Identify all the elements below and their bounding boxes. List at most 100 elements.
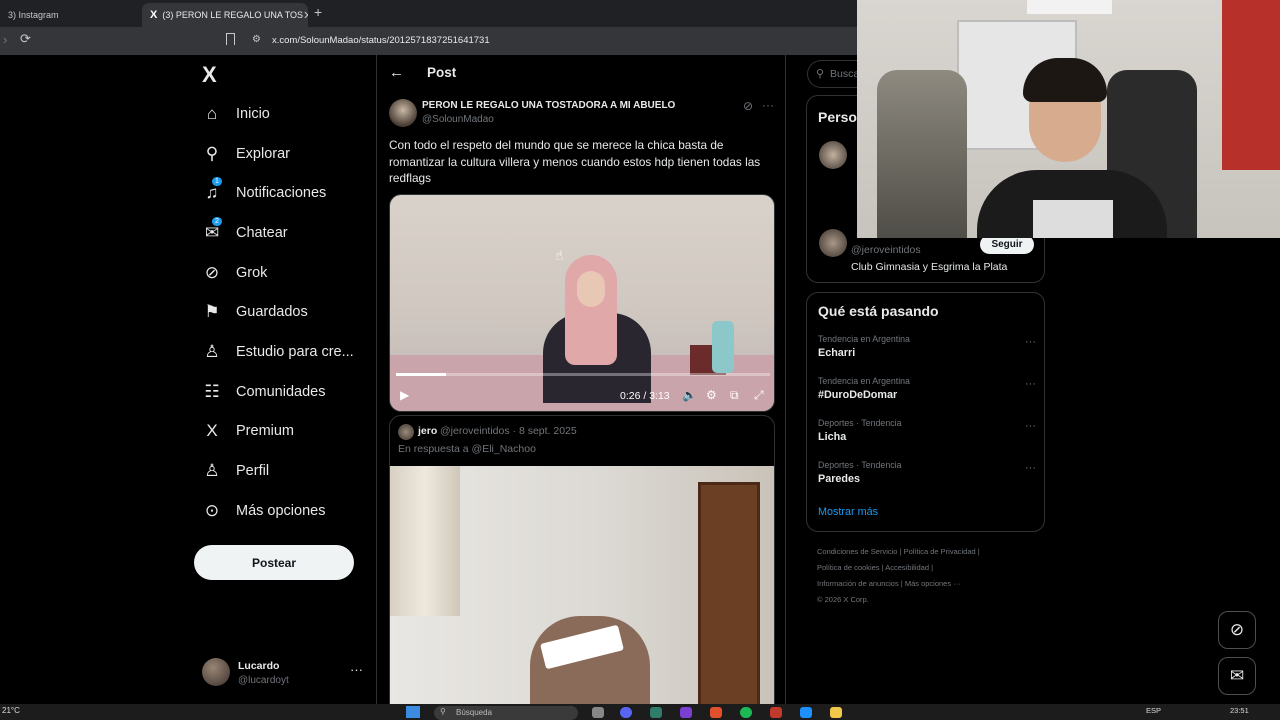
footer-line[interactable]: Política de cookies | Accesibilidad | <box>817 560 1047 576</box>
play-icon[interactable]: ▶ <box>400 388 409 402</box>
avatar[interactable] <box>819 229 847 257</box>
trend-item[interactable]: Tendencia en Argentina #DuroDeDomar ··· <box>818 376 1038 412</box>
sidebar-item-comunidades[interactable]: ☷ Comunidades <box>198 372 368 412</box>
footer-line[interactable]: Condiciones de Servicio | Política de Pr… <box>817 544 1047 560</box>
tab-instagram[interactable]: 3) Instagram <box>0 3 142 27</box>
sidebar-item-inicio[interactable]: ⌂ Inicio <box>198 94 368 134</box>
quoted-author-name: jero <box>418 425 438 437</box>
post-button[interactable]: Postear <box>194 545 354 580</box>
avatar[interactable] <box>819 141 847 169</box>
trend-name: #DuroDeDomar <box>818 389 898 401</box>
trend-item[interactable]: Deportes · Tendencia Licha ··· <box>818 418 1038 454</box>
windows-taskbar: 21°C ⚲ Búsqueda ESP 23:51 <box>0 704 1280 720</box>
settings-gear-icon[interactable]: ⚙ <box>706 388 717 402</box>
trend-name: Paredes <box>818 473 861 485</box>
fullscreen-icon[interactable]: ⤢ <box>754 388 764 403</box>
quoted-image[interactable] <box>390 466 774 719</box>
account-switcher[interactable]: Lucardo @lucardoyt ··· <box>202 656 370 690</box>
language-indicator[interactable]: ESP <box>1146 706 1161 715</box>
grok-icon: ⊘ <box>204 262 220 282</box>
grok-fab-button[interactable]: ⊘ <box>1218 611 1256 649</box>
more-icon[interactable]: ··· <box>1025 420 1036 432</box>
sidebar-item-perfil[interactable]: ♙ Perfil <box>198 451 368 491</box>
discord-icon[interactable] <box>620 707 632 718</box>
avatar[interactable] <box>389 99 417 127</box>
sidebar-item-grok[interactable]: ⊘ Grok <box>198 253 368 293</box>
trend-item[interactable]: Deportes · Tendencia Paredes ··· <box>818 460 1038 496</box>
hand-cursor-icon: ☝ <box>555 247 564 263</box>
new-tab-button[interactable]: + <box>314 4 322 20</box>
suggested-description: Club Gimnasia y Esgrima la Plata <box>851 261 1008 273</box>
sidebar-item-premium[interactable]: X Premium <box>198 412 368 452</box>
sidebar-nav: ⌂ Inicio ⚲ Explorar ♫ 1 Notificaciones ✉ 2… <box>198 94 368 531</box>
sidebar-item-mas-opciones[interactable]: ⊙ Más opciones <box>198 491 368 531</box>
x-premium-icon: X <box>206 421 218 441</box>
app-icon[interactable] <box>800 707 812 718</box>
back-arrow-icon[interactable]: ← <box>389 64 404 81</box>
more-icon[interactable]: ··· <box>350 662 363 677</box>
app-icon[interactable] <box>770 707 782 718</box>
author-handle[interactable]: @SolounMadao <box>422 114 494 125</box>
home-icon: ⌂ <box>206 103 218 123</box>
profile-name: Lucardo <box>238 660 280 672</box>
trend-name: Licha <box>818 431 847 443</box>
windows-start-icon[interactable] <box>406 706 420 718</box>
x-favicon-icon: X <box>150 9 158 21</box>
quoted-post[interactable]: jero @jeroveintidos · 8 sept. 2025 En re… <box>389 415 775 720</box>
sidebar-item-notificaciones[interactable]: ♫ 1 Notificaciones <box>198 173 368 213</box>
more-icon[interactable]: ··· <box>1025 378 1036 390</box>
show-more-link[interactable]: Mostrar más <box>818 506 878 518</box>
more-icon[interactable]: ··· <box>1025 462 1036 474</box>
url-field[interactable]: x.com/SolounMadao/status/201257183725164… <box>272 35 490 46</box>
taskbar-search[interactable]: ⚲ Búsqueda <box>434 706 578 720</box>
video-progress-bar[interactable] <box>396 373 770 376</box>
sidebar-item-estudio[interactable]: ♙ Estudio para cre... <box>198 332 368 372</box>
trends-panel: Qué está pasando Tendencia en Argentina … <box>806 292 1045 532</box>
sidebar-item-label: Comunidades <box>236 383 326 400</box>
site-info-icon[interactable]: ⚙ <box>252 34 261 45</box>
mail-icon: ✉ <box>1229 666 1245 685</box>
app-icon[interactable] <box>650 707 662 718</box>
reply-to-label: En respuesta a @Eli_Nachoo <box>398 443 536 455</box>
bookmark-star-icon[interactable] <box>226 33 235 45</box>
spotify-icon[interactable] <box>740 707 752 718</box>
messages-fab-button[interactable]: ✉ <box>1218 657 1256 695</box>
search-placeholder: Busca <box>830 68 860 80</box>
video-player[interactable]: ☝ ▶ 0:26 / 3:13 🔈 ⚙ ⧉ ⤢ <box>389 194 775 412</box>
trend-category: Tendencia en Argentina <box>818 334 910 344</box>
sidebar-item-guardados[interactable]: ⚑ Guardados <box>198 292 368 332</box>
author-name[interactable]: PERON LE REGALO UNA TOSTADORA A MI ABUEL… <box>422 100 675 111</box>
forward-icon[interactable]: › <box>3 32 7 47</box>
tab-x-post[interactable]: X (3) PERON LE REGALO UNA TOS ✕ <box>142 3 308 27</box>
more-icon[interactable]: ··· <box>762 98 774 112</box>
webcam-air-conditioner <box>1027 0 1112 14</box>
volume-icon[interactable]: 🔈 <box>682 388 697 402</box>
avatar <box>202 658 230 686</box>
weather-widget[interactable]: 21°C <box>2 706 20 715</box>
reload-icon[interactable]: ⟳ <box>20 31 31 47</box>
task-view-icon[interactable] <box>592 707 604 718</box>
pip-icon[interactable]: ⧉ <box>730 388 739 403</box>
more-circle-icon: ⊙ <box>204 500 220 520</box>
x-logo-icon[interactable]: X <box>202 62 217 88</box>
clock[interactable]: 23:51 <box>1230 706 1249 715</box>
file-explorer-icon[interactable] <box>830 707 842 718</box>
more-icon[interactable]: ··· <box>1025 336 1036 348</box>
footer-line[interactable]: Información de anuncios | Más opciones ·… <box>817 576 1047 592</box>
sidebar-item-chatear[interactable]: ✉ 2 Chatear <box>198 213 368 253</box>
sidebar-item-explorar[interactable]: ⚲ Explorar <box>198 134 368 174</box>
footer-links: Condiciones de Servicio | Política de Pr… <box>817 544 1047 608</box>
avatar <box>398 424 414 440</box>
brave-icon[interactable] <box>710 707 722 718</box>
bell-icon: ♫ 1 <box>202 177 222 203</box>
close-tab-icon[interactable]: ✕ <box>303 9 308 22</box>
main-column: ← Post PERON LE REGALO UNA TOSTADORA A M… <box>376 55 786 720</box>
app-icon[interactable] <box>680 707 692 718</box>
sidebar-item-label: Más opciones <box>236 502 326 519</box>
studio-icon: ♙ <box>204 341 220 361</box>
suggested-handle[interactable]: @jeroveintidos <box>851 244 921 256</box>
trend-item[interactable]: Tendencia en Argentina Echarri ··· <box>818 334 1038 370</box>
grok-icon[interactable]: ⊘ <box>743 99 753 113</box>
video-frame-face <box>577 271 605 307</box>
trend-category: Tendencia en Argentina <box>818 376 910 386</box>
